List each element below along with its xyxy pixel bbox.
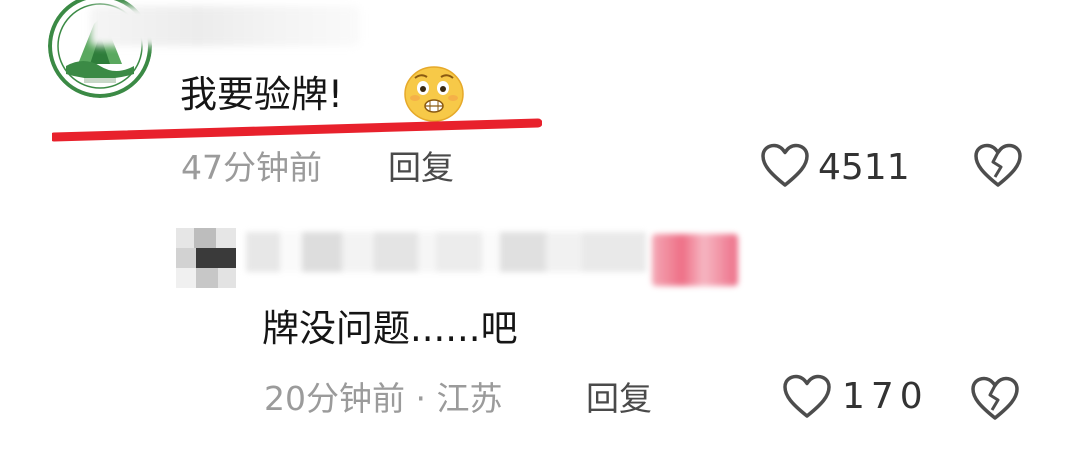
comment-text: 牌没问题......吧: [262, 307, 518, 350]
avatar-pixelated-image: [176, 228, 236, 288]
heart-outline-icon[interactable]: [760, 143, 810, 189]
heart-outline-icon[interactable]: [782, 374, 832, 420]
reply-button[interactable]: 回复: [388, 146, 454, 190]
comment-text: 我要验牌!: [180, 73, 343, 116]
reply-button[interactable]: 回复: [586, 376, 652, 422]
username-redacted: [246, 232, 646, 272]
username-redacted: [90, 6, 360, 46]
red-underline-annotation: [49, 115, 543, 145]
user-badge-redacted: [652, 234, 738, 286]
worried-face-emoji-icon: [403, 64, 465, 122]
broken-heart-icon[interactable]: [970, 376, 1020, 422]
like-count: 4511: [818, 147, 910, 188]
broken-heart-icon[interactable]: [973, 143, 1023, 189]
avatar[interactable]: [176, 228, 236, 288]
comment-timestamp: 47分钟前: [181, 148, 322, 187]
like-count: 170: [842, 376, 929, 417]
comment-timestamp-location: 20分钟前 · 江苏: [264, 379, 503, 418]
